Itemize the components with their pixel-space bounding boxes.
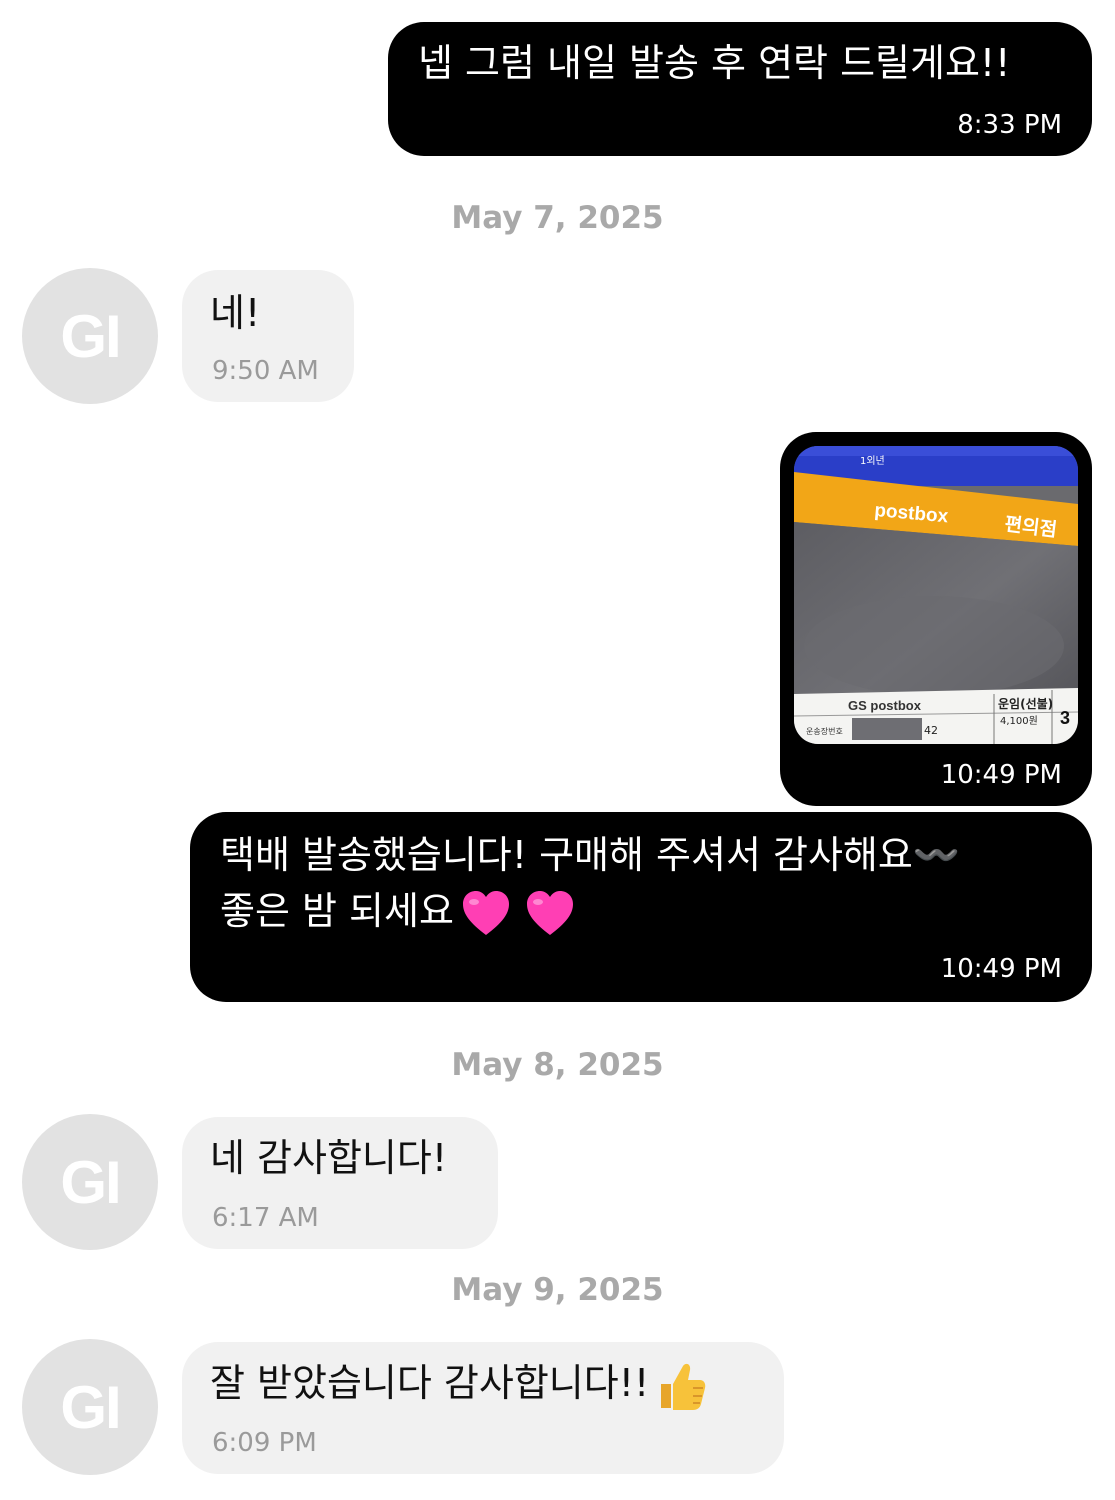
shared-photo[interactable]: 1외년 postbox 편의점 GS postbox 운임(선불) 4,100원…: [794, 446, 1078, 744]
message-text: 잘 받았습니다 감사합니다!!: [210, 1361, 650, 1405]
pink-heart-icon: [524, 888, 576, 940]
message-timestamp: 10:49 PM: [940, 954, 1062, 984]
photo-label-fee-title: 운임(선불): [998, 696, 1053, 711]
photo-label-tracking-suffix: 42: [924, 724, 938, 737]
thumbs-up-icon: [653, 1358, 709, 1414]
photo-sign-top: 1외년: [860, 455, 885, 467]
date-separator: May 7, 2025: [451, 200, 664, 236]
date-separator: May 8, 2025: [451, 1047, 664, 1083]
message-text: 넵 그럼 내일 발송 후 연락 드릴게요!!: [418, 41, 1011, 85]
message-text-row: 잘 받았습니다 감사합니다!!: [210, 1356, 709, 1414]
message-timestamp: 8:33 PM: [957, 110, 1062, 140]
pink-heart-icon: [460, 888, 512, 940]
message-text: 좋은 밤 되세요: [220, 889, 454, 933]
message-timestamp: 10:49 PM: [940, 760, 1062, 790]
avatar[interactable]: GI: [22, 1114, 158, 1250]
incoming-message-bubble[interactable]: 잘 받았습니다 감사합니다!! 6:09 PM: [182, 1342, 784, 1474]
photo-label-edge-digit: 3: [1060, 708, 1070, 728]
avatar[interactable]: GI: [22, 268, 158, 404]
message-timestamp: 9:50 AM: [212, 356, 319, 386]
outgoing-message-bubble[interactable]: 택배 발송했습니다! 구매해 주셔서 감사해요〰️ 좋은 밤 되세요 10:49…: [190, 812, 1092, 1002]
photo-label-brand: GS postbox: [848, 698, 922, 713]
message-text: 네!: [210, 291, 261, 335]
photo-content: 1외년 postbox 편의점 GS postbox 운임(선불) 4,100원…: [794, 446, 1078, 744]
avatar[interactable]: GI: [22, 1339, 158, 1475]
message-timestamp: 6:09 PM: [212, 1428, 317, 1458]
photo-label-tracking-caption: 운송장번호: [806, 726, 843, 736]
incoming-message-bubble[interactable]: 네 감사합니다! 6:17 AM: [182, 1117, 498, 1249]
outgoing-message-bubble[interactable]: 넵 그럼 내일 발송 후 연락 드릴게요!! 8:33 PM: [388, 22, 1092, 156]
message-text-line-1: 택배 발송했습니다! 구매해 주셔서 감사해요〰️: [220, 833, 961, 877]
outgoing-photo-message[interactable]: 1외년 postbox 편의점 GS postbox 운임(선불) 4,100원…: [780, 432, 1092, 806]
date-separator: May 9, 2025: [451, 1272, 664, 1308]
message-timestamp: 6:17 AM: [212, 1203, 319, 1233]
message-text: 네 감사합니다!: [210, 1136, 448, 1180]
incoming-message-bubble[interactable]: 네! 9:50 AM: [182, 270, 354, 402]
photo-label-fee-value: 4,100원: [1000, 715, 1038, 727]
message-text-line-2: 좋은 밤 되세요: [220, 884, 582, 940]
